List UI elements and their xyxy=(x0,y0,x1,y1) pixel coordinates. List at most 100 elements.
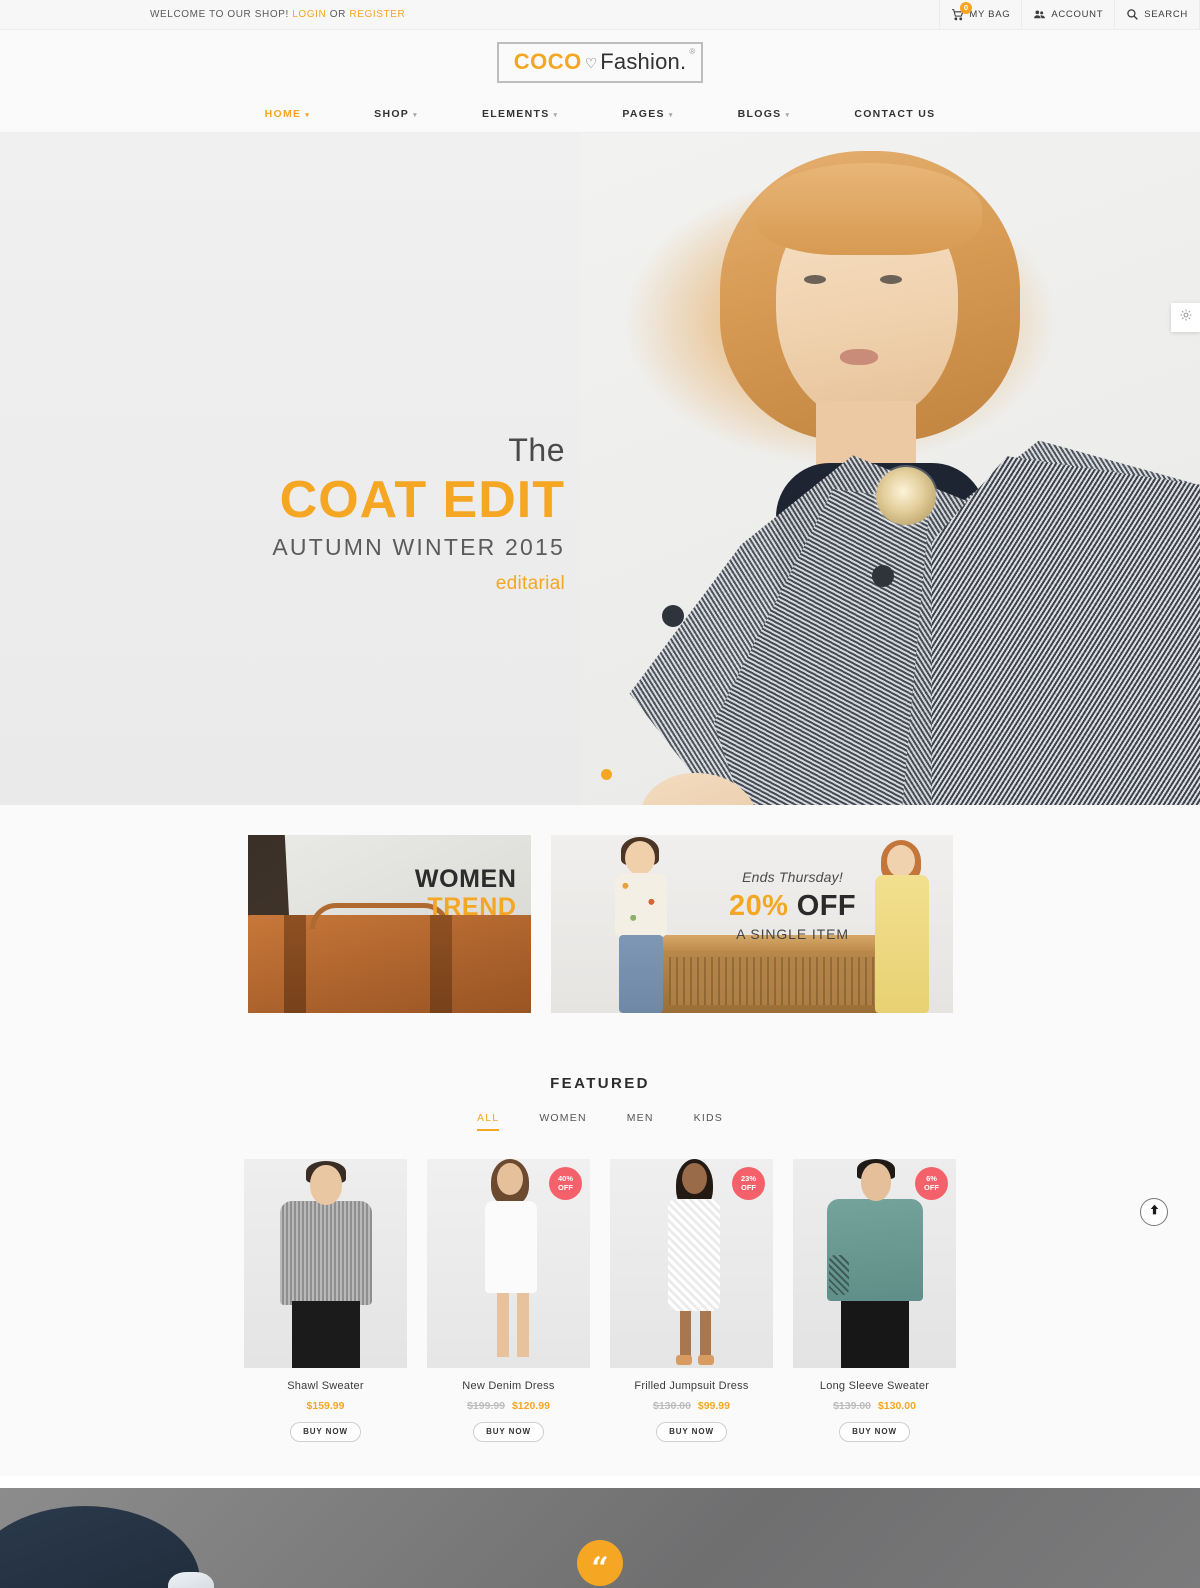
product-image[interactable] xyxy=(244,1159,407,1368)
logo-brand-first: COCO xyxy=(513,49,582,74)
promo-eyebrow: Ends Thursday! xyxy=(742,869,843,885)
bag-strap-right xyxy=(429,915,452,1013)
scroll-to-top-button[interactable] xyxy=(1140,1198,1168,1226)
hero-model-photo xyxy=(580,133,1200,805)
search-icon xyxy=(1126,8,1139,21)
product-old-price: $139.00 xyxy=(833,1400,872,1412)
chevron-down-icon: ▾ xyxy=(668,111,674,119)
coat-button-upper xyxy=(872,565,894,587)
featured-tab-women[interactable]: WOMEN xyxy=(539,1112,586,1131)
promo-line-women: WOMEN xyxy=(414,865,517,893)
product-name[interactable]: Long Sleeve Sweater xyxy=(793,1380,956,1392)
model-fringe xyxy=(756,163,982,255)
model-leg-left xyxy=(680,1309,691,1359)
product-card: 6% OFF Long Sleeve Sweater $139.00 $130.… xyxy=(793,1159,956,1442)
model-leg-right xyxy=(517,1291,529,1357)
welcome-text: WELCOME TO OUR SHOP! xyxy=(150,9,289,20)
or-text: OR xyxy=(329,9,346,20)
hero-slider[interactable]: The COAT EDIT AUTUMN WINTER 2015 editari… xyxy=(0,133,1200,805)
discount-off-label: OFF xyxy=(924,1182,939,1192)
promo-banner-discount[interactable]: Ends Thursday! 20% OFF A SINGLE ITEM xyxy=(550,835,953,1013)
wooden-cabinet-slats xyxy=(668,957,883,1005)
search-button[interactable]: SEARCH xyxy=(1114,0,1200,30)
nav-item-elements[interactable]: ELEMENTS ▾ xyxy=(450,108,590,120)
register-link[interactable]: REGISTER xyxy=(349,9,405,20)
hero-slider-dot-active[interactable] xyxy=(601,769,612,780)
featured-title: FEATURED xyxy=(550,1075,650,1092)
product-image[interactable]: 23% OFF xyxy=(610,1159,773,1368)
account-icon xyxy=(1033,8,1046,21)
product-card: Shawl Sweater $159.99 BUY NOW xyxy=(244,1159,407,1442)
nav-item-shop[interactable]: SHOP ▾ xyxy=(342,108,450,120)
buy-now-button[interactable]: BUY NOW xyxy=(473,1422,544,1442)
arrow-up-icon xyxy=(1148,1203,1161,1221)
main-navigation: HOME ▾ SHOP ▾ ELEMENTS ▾ PAGES ▾ BLOGS ▾… xyxy=(0,95,1200,133)
featured-tab-all[interactable]: ALL xyxy=(477,1112,500,1131)
promo-banner-women-trend[interactable]: WOMEN TREND xyxy=(247,835,531,1013)
cart-count-badge: 0 xyxy=(960,1,973,14)
hero-caption: The COAT EDIT AUTUMN WINTER 2015 editari… xyxy=(0,432,565,595)
nav-item-pages[interactable]: PAGES ▾ xyxy=(590,108,705,120)
nav-label-contact-us: CONTACT US xyxy=(854,107,936,120)
nav-label-pages: PAGES xyxy=(622,107,665,120)
nav-item-contact-us[interactable]: CONTACT US xyxy=(822,108,967,120)
bag-strap-left xyxy=(283,915,306,1013)
account-label: ACCOUNT xyxy=(1051,9,1104,20)
promo-banner-row: WOMEN TREND Ends Thursday! 20% OFF A SIN… xyxy=(0,805,1200,1051)
chevron-down-icon: ▾ xyxy=(785,111,791,119)
account-button[interactable]: ACCOUNT xyxy=(1021,0,1114,30)
promo-discount-text: Ends Thursday! 20% OFF A SINGLE ITEM xyxy=(703,869,883,942)
model-eye-left xyxy=(804,275,826,284)
product-price: $159.99 xyxy=(244,1400,407,1412)
product-price: $199.99 $120.99 xyxy=(427,1400,590,1412)
buy-now-button[interactable]: BUY NOW xyxy=(290,1422,361,1442)
buy-now-button[interactable]: BUY NOW xyxy=(656,1422,727,1442)
hero-line-the: The xyxy=(508,432,565,468)
product-name[interactable]: Frilled Jumpsuit Dress xyxy=(610,1380,773,1392)
model-left xyxy=(603,837,679,1013)
product-image[interactable]: 40% OFF xyxy=(427,1159,590,1368)
discount-badge: 6% OFF xyxy=(915,1167,948,1200)
featured-tab-men[interactable]: MEN xyxy=(627,1112,654,1131)
model-lips xyxy=(840,349,878,365)
product-current-price: $99.99 xyxy=(697,1400,730,1412)
nav-label-elements: ELEMENTS xyxy=(481,107,550,120)
product-card: 40% OFF New Denim Dress $199.99 $120.99 xyxy=(427,1159,590,1442)
model-tattoo-arm xyxy=(829,1255,849,1295)
coat-button-lower xyxy=(662,605,684,627)
buy-now-button[interactable]: BUY NOW xyxy=(839,1422,910,1442)
model-left-jeans xyxy=(618,935,663,1013)
promo-subtitle: A SINGLE ITEM xyxy=(736,926,849,942)
product-name[interactable]: New Denim Dress xyxy=(427,1380,590,1392)
model-leg-right xyxy=(700,1309,711,1359)
black-trousers xyxy=(292,1301,360,1368)
site-logo[interactable]: COCO ♡ Fashion. ® xyxy=(496,42,704,83)
logo-brand-second: Fashion. xyxy=(600,49,687,74)
product-old-price: $130.00 xyxy=(652,1400,691,1412)
nav-label-blogs: BLOGS xyxy=(737,107,782,120)
product-figure xyxy=(244,1159,407,1368)
product-image[interactable]: 6% OFF xyxy=(793,1159,956,1368)
login-link[interactable]: LOGIN xyxy=(292,9,326,20)
denim-cap-photo xyxy=(0,1506,200,1588)
promo-women-trend-text: WOMEN TREND xyxy=(415,865,517,921)
nav-label-home: HOME xyxy=(264,107,302,120)
featured-product-grid: Shawl Sweater $159.99 BUY NOW 40% OFF Ne… xyxy=(0,1159,1200,1442)
product-current-price: $130.00 xyxy=(877,1400,916,1412)
featured-tab-kids[interactable]: KIDS xyxy=(694,1112,723,1131)
heart-icon: ♡ xyxy=(584,55,598,71)
my-bag-button[interactable]: 0 MY BAG xyxy=(939,0,1021,30)
grey-sweater xyxy=(280,1201,372,1305)
theme-settings-button[interactable] xyxy=(1171,303,1200,332)
black-trousers xyxy=(841,1297,909,1368)
featured-section: FEATURED ALL WOMEN MEN KIDS Shawl Sweate… xyxy=(0,1051,1200,1476)
lace-dress xyxy=(668,1199,720,1311)
nav-item-blogs[interactable]: BLOGS ▾ xyxy=(706,108,823,120)
nav-item-home[interactable]: HOME ▾ xyxy=(233,108,343,120)
hero-season: AUTUMN WINTER 2015 xyxy=(272,534,565,561)
discount-off-label: OFF xyxy=(558,1182,573,1192)
hero-editorial-link[interactable]: editarial xyxy=(0,573,565,595)
white-dress xyxy=(485,1201,537,1293)
product-name[interactable]: Shawl Sweater xyxy=(244,1380,407,1392)
product-old-price: $199.99 xyxy=(467,1400,506,1412)
